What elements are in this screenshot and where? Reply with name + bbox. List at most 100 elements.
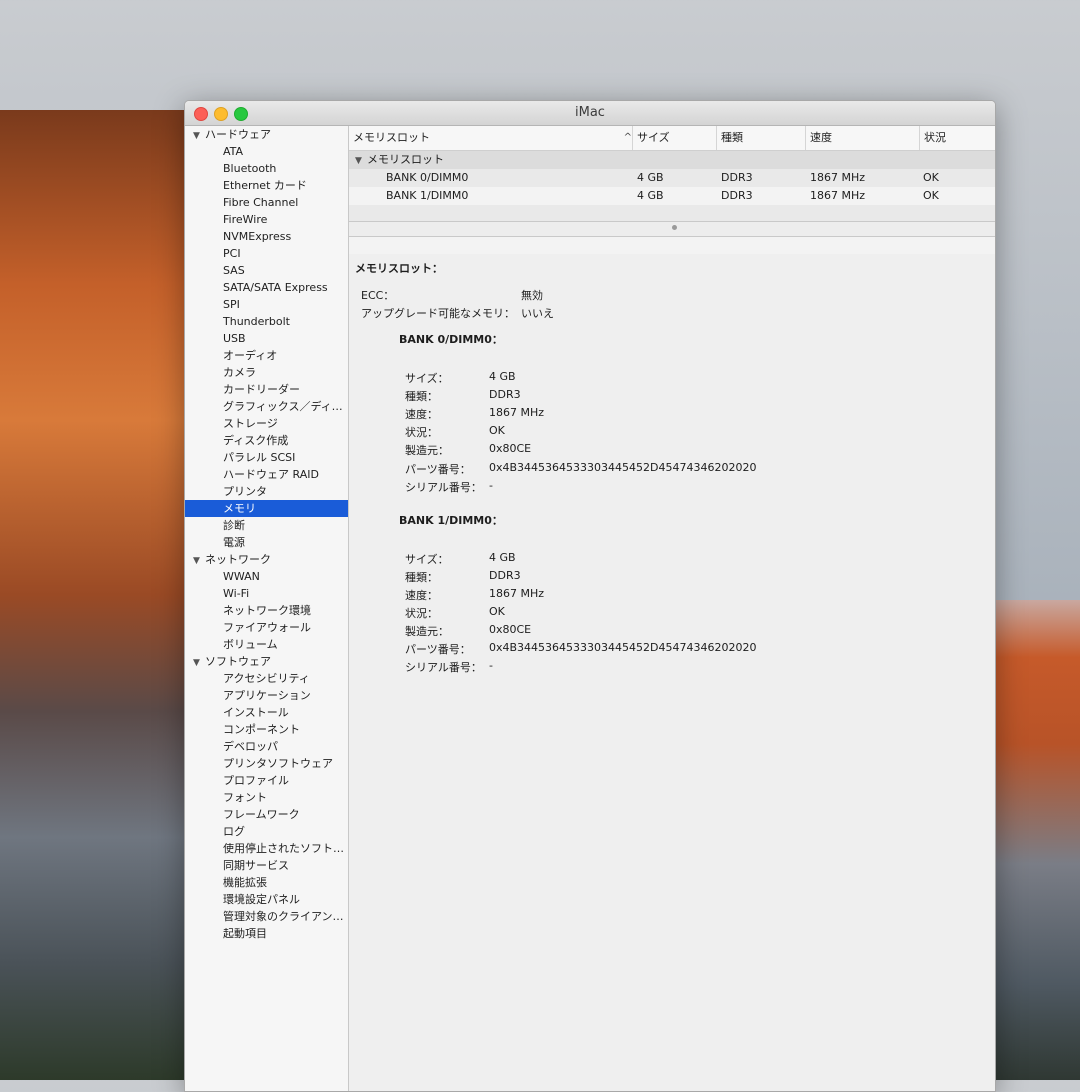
column-header-size[interactable]: サイズ bbox=[632, 126, 717, 150]
table-row[interactable]: BANK 1/DIMM0 4 GB DDR3 1867 MHz OK bbox=[349, 187, 995, 205]
field-label: パーツ番号： bbox=[405, 462, 471, 476]
sidebar-item[interactable]: フォント bbox=[185, 789, 348, 806]
field-value: 0x4B3445364533303445452D45474346202020 bbox=[489, 641, 757, 655]
sidebar-item[interactable]: USB bbox=[185, 330, 348, 347]
field-label: 速度： bbox=[405, 588, 438, 602]
column-header-status[interactable]: 状況 bbox=[919, 126, 995, 150]
sidebar-group-label: ネットワーク bbox=[205, 553, 271, 566]
field-value: - bbox=[489, 478, 493, 492]
sidebar-item[interactable]: 使用停止されたソフト… bbox=[185, 840, 348, 857]
field-label: サイズ： bbox=[405, 372, 449, 385]
sidebar-item[interactable]: PCI bbox=[185, 245, 348, 262]
field-label: 速度： bbox=[405, 408, 438, 422]
disclosure-triangle-icon[interactable]: ▼ bbox=[193, 128, 205, 145]
sidebar-item[interactable]: ネットワーク環境 bbox=[185, 602, 348, 619]
column-header-type[interactable]: 種類 bbox=[716, 126, 806, 150]
sidebar-item[interactable]: 機能拡張 bbox=[185, 874, 348, 891]
divider-grip-icon bbox=[672, 225, 677, 230]
field-label: 状況： bbox=[405, 426, 438, 440]
sidebar-item[interactable]: カメラ bbox=[185, 364, 348, 381]
sidebar-item[interactable]: ボリューム bbox=[185, 636, 348, 653]
sidebar-group-label: ソフトウェア bbox=[205, 655, 271, 668]
sidebar-item[interactable]: 同期サービス bbox=[185, 857, 348, 874]
sidebar-item[interactable]: ストレージ bbox=[185, 415, 348, 432]
sidebar-item[interactable]: アプリケーション bbox=[185, 687, 348, 704]
sidebar-group[interactable]: ▼ ハードウェア bbox=[185, 126, 348, 143]
sidebar-item[interactable]: デベロッパ bbox=[185, 738, 348, 755]
field-label: シリアル番号： bbox=[405, 480, 482, 494]
sidebar-item[interactable]: WWAN bbox=[185, 568, 348, 585]
window-title: iMac bbox=[575, 105, 605, 120]
sidebar-item[interactable]: NVMExpress bbox=[185, 228, 348, 245]
sidebar-item[interactable]: カードリーダー bbox=[185, 381, 348, 398]
table-group-row[interactable]: ▼ メモリスロット bbox=[349, 151, 995, 169]
field-value: OK bbox=[489, 424, 505, 438]
field-label: 製造元： bbox=[405, 625, 449, 639]
disclosure-triangle-icon[interactable]: ▼ bbox=[355, 152, 367, 170]
sidebar-item[interactable]: アクセシビリティ bbox=[185, 670, 348, 687]
sidebar-item[interactable]: ディスク作成 bbox=[185, 432, 348, 449]
field-value: DDR3 bbox=[489, 568, 521, 582]
field-label: 製造元： bbox=[405, 444, 449, 458]
field-value: 0x4B3445364533303445452D45474346202020 bbox=[489, 460, 757, 474]
sidebar-item[interactable]: フレームワーク bbox=[185, 806, 348, 823]
sidebar-item[interactable]: Bluetooth bbox=[185, 160, 348, 177]
sidebar-item[interactable]: ファイアウォール bbox=[185, 619, 348, 636]
disclosure-triangle-icon[interactable]: ▼ bbox=[193, 553, 205, 570]
field-label: サイズ： bbox=[405, 552, 449, 566]
sidebar-item[interactable]: グラフィックス／ディ… bbox=[185, 398, 348, 415]
sidebar-item[interactable]: ATA bbox=[185, 143, 348, 160]
table-header: メモリスロット ^ サイズ 種類 速度 状況 bbox=[349, 126, 995, 151]
sidebar-item[interactable]: SATA/SATA Express bbox=[185, 279, 348, 296]
desktop-wallpaper-left bbox=[0, 110, 200, 1080]
sidebar-item[interactable]: ハードウェア RAID bbox=[185, 466, 348, 483]
disclosure-triangle-icon[interactable]: ▼ bbox=[193, 655, 205, 672]
sidebar-item[interactable]: 管理対象のクライアン… bbox=[185, 908, 348, 925]
sidebar-item[interactable]: ログ bbox=[185, 823, 348, 840]
field-label: シリアル番号： bbox=[405, 661, 482, 675]
sidebar-item[interactable]: 環境設定パネル bbox=[185, 891, 348, 908]
bank-title: BANK 0/DIMM0： bbox=[399, 333, 503, 346]
sidebar-item[interactable]: SAS bbox=[185, 262, 348, 279]
column-header-speed[interactable]: 速度 bbox=[805, 126, 920, 150]
sidebar-item[interactable]: 診断 bbox=[185, 517, 348, 534]
sidebar-item[interactable]: SPI bbox=[185, 296, 348, 313]
sidebar-item[interactable]: Ethernet カード bbox=[185, 177, 348, 194]
sidebar-item[interactable]: オーディオ bbox=[185, 347, 348, 364]
upgrade-value: いいえ bbox=[521, 307, 554, 320]
field-value: DDR3 bbox=[489, 388, 521, 402]
column-header-slot[interactable]: メモリスロット ^ bbox=[349, 126, 636, 150]
sidebar-item[interactable]: FireWire bbox=[185, 211, 348, 228]
field-label: 種類： bbox=[405, 570, 438, 584]
sidebar-group[interactable]: ▼ ソフトウェア bbox=[185, 653, 348, 670]
sidebar-item[interactable]: Fibre Channel bbox=[185, 194, 348, 211]
field-value: 1867 MHz bbox=[489, 586, 545, 600]
sidebar-item[interactable]: プリンタソフトウェア bbox=[185, 755, 348, 772]
sidebar-item[interactable]: コンポーネント bbox=[185, 721, 348, 738]
sidebar-group[interactable]: ▼ ネットワーク bbox=[185, 551, 348, 568]
field-value: OK bbox=[489, 605, 505, 618]
sidebar-item[interactable]: 電源 bbox=[185, 534, 348, 551]
sidebar-item[interactable]: 起動項目 bbox=[185, 925, 348, 942]
upgrade-label: アップグレード可能なメモリ： bbox=[361, 307, 515, 320]
sidebar-item[interactable]: パラレル SCSI bbox=[185, 449, 348, 466]
field-label: パーツ番号： bbox=[405, 643, 471, 657]
sidebar-item[interactable]: プリンタ bbox=[185, 483, 348, 500]
sidebar-item[interactable]: プロファイル bbox=[185, 772, 348, 789]
field-value: 0x80CE bbox=[489, 623, 532, 637]
sidebar-item[interactable]: Thunderbolt bbox=[185, 313, 348, 330]
table-empty-row bbox=[349, 205, 995, 221]
sort-ascending-icon: ^ bbox=[623, 132, 632, 143]
split-view-divider[interactable] bbox=[349, 221, 995, 237]
sidebar-item[interactable]: メモリ bbox=[185, 500, 348, 517]
memory-slot-table: ▼ メモリスロット BANK 0/DIMM0 4 GB DDR3 1867 MHz… bbox=[349, 151, 995, 221]
table-row[interactable]: BANK 0/DIMM0 4 GB DDR3 1867 MHz OK bbox=[349, 169, 995, 187]
sidebar-group-label: ハードウェア bbox=[205, 128, 271, 141]
ecc-label: ECC： bbox=[361, 289, 395, 302]
sidebar-item[interactable]: Wi-Fi bbox=[185, 585, 348, 602]
title-bar[interactable]: iMac bbox=[185, 101, 995, 126]
sidebar-item[interactable]: インストール bbox=[185, 704, 348, 721]
bank-title: BANK 1/DIMM0： bbox=[399, 513, 503, 527]
field-value: 4 GB bbox=[489, 550, 516, 564]
field-label: 状況： bbox=[405, 607, 438, 620]
